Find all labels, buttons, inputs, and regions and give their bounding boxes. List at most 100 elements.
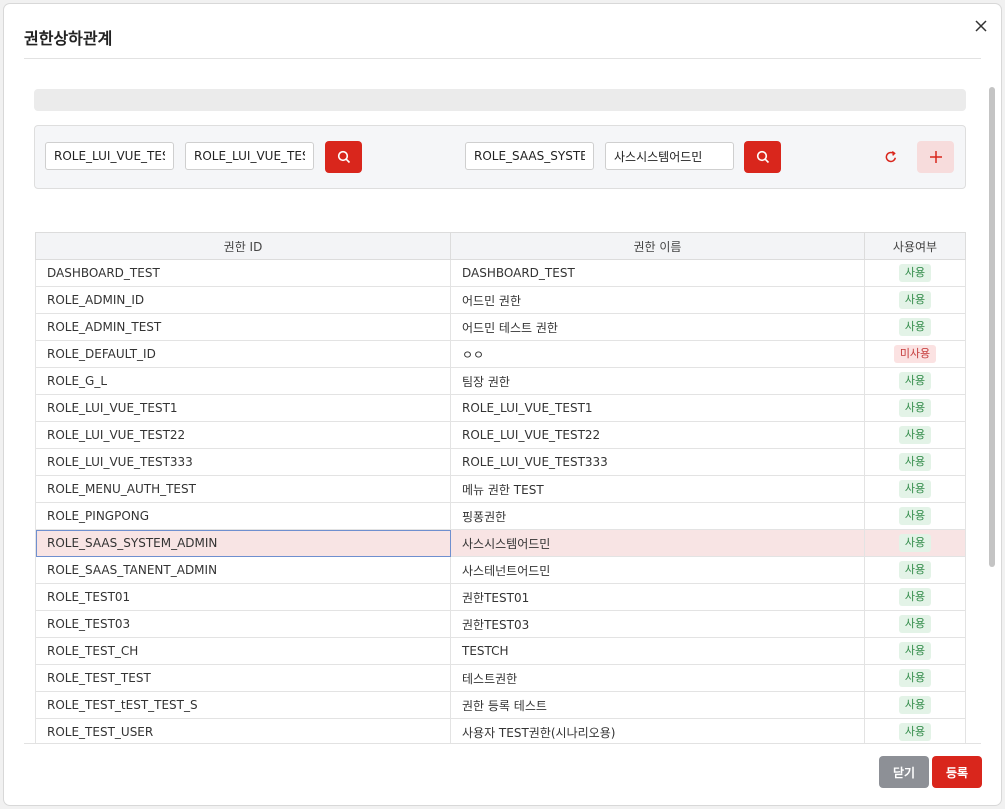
cell-role-id[interactable]: DASHBOARD_TEST	[35, 259, 451, 287]
cell-role-id[interactable]: ROLE_MENU_AUTH_TEST	[35, 475, 451, 503]
table-row[interactable]: ROLE_MENU_AUTH_TEST 메뉴 권한 TEST 사용	[35, 475, 966, 503]
cell-role-id[interactable]: ROLE_TEST_TEST	[35, 664, 451, 692]
cell-use-status[interactable]: 사용	[864, 664, 966, 692]
cell-role-name[interactable]: 사스시스템어드민	[450, 529, 865, 557]
cell-role-name[interactable]: 어드민 테스트 권한	[450, 313, 865, 341]
cell-role-name[interactable]: 메뉴 권한 TEST	[450, 475, 865, 503]
cell-role-id[interactable]: ROLE_SAAS_TANENT_ADMIN	[35, 556, 451, 584]
cell-role-name[interactable]: 권한 등록 테스트	[450, 691, 865, 719]
table-row[interactable]: ROLE_LUI_VUE_TEST333 ROLE_LUI_VUE_TEST333…	[35, 448, 966, 476]
cell-use-status[interactable]: 사용	[864, 475, 966, 503]
column-header-role-id[interactable]: 권한 ID	[35, 232, 451, 260]
cell-role-name[interactable]: ROLE_LUI_VUE_TEST22	[450, 421, 865, 449]
cell-use-status[interactable]: 사용	[864, 313, 966, 341]
cell-role-id[interactable]: ROLE_TEST_tEST_TEST_S	[35, 691, 451, 719]
cell-role-name[interactable]: 사스테넌트어드민	[450, 556, 865, 584]
lower-role-name-input[interactable]	[605, 142, 734, 170]
cell-use-status[interactable]: 사용	[864, 529, 966, 557]
close-button[interactable]	[969, 14, 993, 38]
table-row[interactable]: ROLE_PINGPONG 핑퐁권한 사용	[35, 502, 966, 530]
cell-use-status[interactable]: 사용	[864, 637, 966, 665]
cell-role-name[interactable]: ROLE_LUI_VUE_TEST333	[450, 448, 865, 476]
cell-role-name[interactable]: 테스트권한	[450, 664, 865, 692]
cell-role-id[interactable]: ROLE_LUI_VUE_TEST1	[35, 394, 451, 422]
role-table: 권한 ID 권한 이름 사용여부 DASHBOARD_TEST DASHBOARD…	[35, 232, 966, 743]
add-button[interactable]	[917, 141, 954, 173]
cell-role-id[interactable]: ROLE_DEFAULT_ID	[35, 340, 451, 368]
cell-role-id[interactable]: ROLE_SAAS_SYSTEM_ADMIN	[35, 529, 451, 557]
refresh-icon	[885, 150, 897, 163]
cell-role-id[interactable]: ROLE_TEST01	[35, 583, 451, 611]
cell-role-name[interactable]: DASHBOARD_TEST	[450, 259, 865, 287]
cell-role-id[interactable]: ROLE_TEST03	[35, 610, 451, 638]
cell-role-name[interactable]: 사용자 TEST권한(시나리오용)	[450, 718, 865, 743]
cell-use-status[interactable]: 사용	[864, 583, 966, 611]
table-row[interactable]: ROLE_SAAS_TANENT_ADMIN 사스테넌트어드민 사용	[35, 556, 966, 584]
modal-header: 권한상하관계	[24, 4, 987, 59]
lower-search-button[interactable]	[744, 141, 781, 173]
table-row[interactable]: ROLE_DEFAULT_ID ㅇㅇ 미사용	[35, 340, 966, 368]
cell-use-status[interactable]: 사용	[864, 448, 966, 476]
cell-role-name[interactable]: TESTCH	[450, 637, 865, 665]
upper-role-id-input[interactable]	[45, 142, 174, 170]
cell-use-status[interactable]: 사용	[864, 421, 966, 449]
cell-use-status[interactable]: 사용	[864, 394, 966, 422]
table-row[interactable]: ROLE_TEST_USER 사용자 TEST권한(시나리오용) 사용	[35, 718, 966, 743]
cell-role-id[interactable]: ROLE_ADMIN_ID	[35, 286, 451, 314]
status-badge: 사용	[898, 318, 932, 336]
cell-role-name[interactable]: 핑퐁권한	[450, 502, 865, 530]
cell-use-status[interactable]: 사용	[864, 556, 966, 584]
cell-role-name[interactable]: 권한TEST03	[450, 610, 865, 638]
table-row[interactable]: ROLE_TEST01 권한TEST01 사용	[35, 583, 966, 611]
refresh-button[interactable]	[878, 144, 904, 170]
cell-role-id[interactable]: ROLE_ADMIN_TEST	[35, 313, 451, 341]
status-badge: 사용	[898, 696, 932, 714]
modal-body: 권한 ID 권한 이름 사용여부 DASHBOARD_TESTDASHBOARD…	[4, 59, 1001, 743]
cell-role-id[interactable]: ROLE_TEST_USER	[35, 718, 451, 743]
cell-use-status[interactable]: 사용	[864, 691, 966, 719]
scrollbar[interactable]	[989, 87, 995, 737]
cell-role-id[interactable]: ROLE_TEST_CH	[35, 637, 451, 665]
cell-role-name[interactable]: 어드민 권한	[450, 286, 865, 314]
cell-use-status[interactable]: 사용	[864, 367, 966, 395]
cell-role-name[interactable]: 팀장 권한	[450, 367, 865, 395]
cell-use-status[interactable]: 사용	[864, 502, 966, 530]
status-badge: 사용	[898, 561, 932, 579]
scrollbar-thumb[interactable]	[989, 87, 995, 567]
register-button[interactable]: 등록	[932, 756, 982, 788]
table-row[interactable]: ROLE_TEST_CH TESTCH 사용	[35, 637, 966, 665]
cell-use-status[interactable]: 미사용	[864, 340, 966, 368]
status-badge: 사용	[898, 588, 932, 606]
table-row[interactable]: ROLE_TEST_TEST 테스트권한 사용	[35, 664, 966, 692]
status-badge: 사용	[898, 723, 932, 741]
table-row[interactable]: DASHBOARD_TEST DASHBOARD_TEST 사용	[35, 259, 966, 287]
cell-use-status[interactable]: 사용	[864, 718, 966, 743]
close-dialog-button[interactable]: 닫기	[879, 756, 929, 788]
cell-role-name[interactable]: 권한TEST01	[450, 583, 865, 611]
cell-use-status[interactable]: 사용	[864, 610, 966, 638]
table-row[interactable]: ROLE_TEST_tEST_TEST_S 권한 등록 테스트 사용	[35, 691, 966, 719]
cell-role-id[interactable]: ROLE_LUI_VUE_TEST22	[35, 421, 451, 449]
column-header-use-status[interactable]: 사용여부	[864, 232, 966, 260]
role-hierarchy-modal: 권한상하관계 ROLE_LUI_VUE_TEST ROLE_LUI_VUE_TE…	[4, 4, 1001, 805]
lower-role-id-input[interactable]	[465, 142, 594, 170]
table-row[interactable]: ROLE_TEST03 권한TEST03 사용	[35, 610, 966, 638]
table-row[interactable]: ROLE_ADMIN_ID 어드민 권한 사용	[35, 286, 966, 314]
cell-use-status[interactable]: 사용	[864, 259, 966, 287]
upper-search-button[interactable]	[325, 141, 362, 173]
table-row[interactable]: ROLE_SAAS_SYSTEM_ADMIN 사스시스템어드민 사용	[35, 529, 966, 557]
cell-role-name[interactable]: ROLE_LUI_VUE_TEST1	[450, 394, 865, 422]
status-badge: 사용	[898, 480, 932, 498]
table-row[interactable]: ROLE_G_L 팀장 권한 사용	[35, 367, 966, 395]
table-row[interactable]: ROLE_LUI_VUE_TEST22 ROLE_LUI_VUE_TEST22 사용	[35, 421, 966, 449]
cell-role-id[interactable]: ROLE_G_L	[35, 367, 451, 395]
table-row[interactable]: ROLE_ADMIN_TEST 어드민 테스트 권한 사용	[35, 313, 966, 341]
column-header-role-name[interactable]: 권한 이름	[450, 232, 865, 260]
upper-role-name-input[interactable]	[185, 142, 314, 170]
status-badge: 사용	[898, 291, 932, 309]
cell-use-status[interactable]: 사용	[864, 286, 966, 314]
cell-role-name[interactable]: ㅇㅇ	[450, 340, 865, 368]
cell-role-id[interactable]: ROLE_LUI_VUE_TEST333	[35, 448, 451, 476]
cell-role-id[interactable]: ROLE_PINGPONG	[35, 502, 451, 530]
table-row[interactable]: ROLE_LUI_VUE_TEST1 ROLE_LUI_VUE_TEST1 사용	[35, 394, 966, 422]
